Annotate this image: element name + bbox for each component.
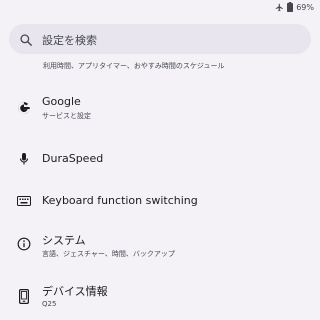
keyboard-icon [15,192,33,210]
settings-item-google[interactable]: Google サービスと設定 [0,90,320,130]
settings-item-title: システム [42,234,86,247]
settings-item-title: Google [42,95,81,108]
settings-item-title: Keyboard function switching [42,194,198,207]
settings-item-subtitle: サービスと設定 [42,112,91,120]
settings-item-subtitle: 言語、ジェスチャー、時間、バックアップ [42,250,175,258]
microphone-icon [15,150,33,168]
settings-item-keyboard[interactable]: Keyboard function switching [0,182,320,222]
google-icon [15,99,33,117]
settings-item-title: デバイス情報 [42,285,108,298]
status-icons: 69% [275,2,314,12]
status-bar: 69% [0,0,320,16]
search-bar[interactable]: 設定を検索 [9,24,311,54]
settings-item-device-info[interactable]: デバイス情報 Q25 [0,280,320,320]
search-suggestion[interactable]: 利用時間、アプリタイマー、おやすみ時間のスケジュール [43,61,224,71]
settings-item-system[interactable]: システム 言語、ジェスチャー、時間、バックアップ [0,228,320,268]
battery-icon [287,2,294,12]
settings-item-title: DuraSpeed [42,152,104,165]
info-icon [15,235,33,253]
device-icon [15,287,33,305]
battery-percent: 69% [296,2,314,12]
search-placeholder: 設定を検索 [42,34,97,47]
airplane-icon [275,3,284,12]
search-icon [19,32,33,46]
settings-item-subtitle: Q25 [42,300,57,308]
settings-item-duraspeed[interactable]: DuraSpeed [0,140,320,180]
